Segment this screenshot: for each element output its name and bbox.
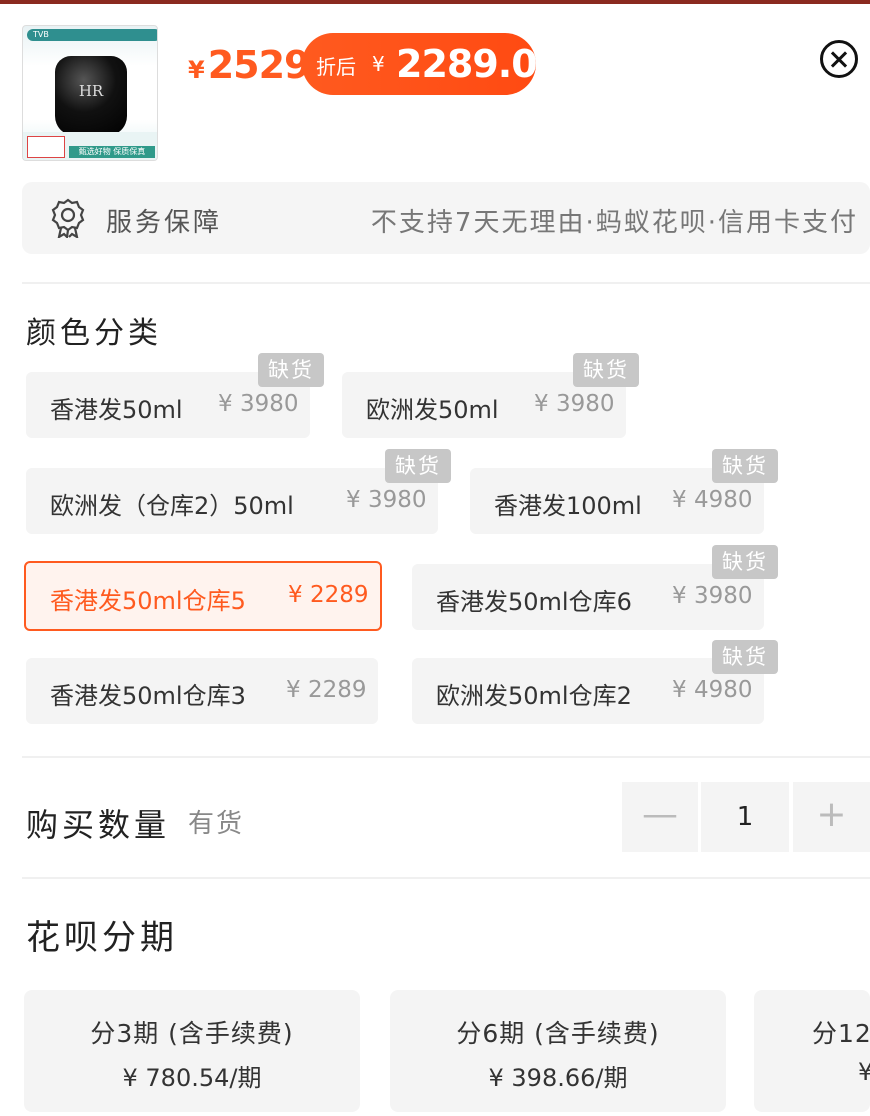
- service-detail: 不支持7天无理由·蚂蚁花呗·信用卡支付: [370, 208, 858, 238]
- service-guarantee-row[interactable]: 服务保障 不支持7天无理由·蚂蚁花呗·信用卡支付: [22, 182, 870, 254]
- award-badge-icon: [51, 198, 85, 238]
- quantity-title: 购买数量: [26, 806, 171, 844]
- option-name: 香港发50ml仓库3: [50, 682, 246, 710]
- plus-icon: +: [816, 794, 847, 835]
- option-price: ¥ 4980: [672, 487, 753, 513]
- minus-icon: —: [642, 794, 678, 835]
- service-title: 服务保障: [106, 208, 223, 238]
- product-thumbnail[interactable]: TVB HR 甄选好物 保质保真: [22, 25, 158, 161]
- option-chip[interactable]: 欧洲发（仓库2）50ml ¥ 3980: [26, 468, 438, 534]
- thumb-footer: 甄选好物 保质保真: [23, 132, 157, 160]
- color-section-title: 颜色分类: [26, 316, 162, 351]
- quantity-value[interactable]: 1: [701, 782, 789, 852]
- out-of-stock-badge: 缺货: [712, 545, 778, 579]
- option-name: 香港发100ml: [494, 492, 642, 520]
- close-icon[interactable]: [820, 40, 858, 78]
- out-of-stock-badge: 缺货: [258, 353, 324, 387]
- thumb-logo: HR: [78, 82, 104, 100]
- discount-price: 2289.00: [396, 42, 563, 86]
- original-price: ¥2529: [188, 43, 311, 87]
- out-of-stock-badge: 缺货: [573, 353, 639, 387]
- option-name: 欧洲发50ml: [366, 396, 499, 424]
- discount-currency: ¥: [372, 52, 385, 76]
- out-of-stock-badge: 缺货: [712, 640, 778, 674]
- installment-option[interactable]: 分6期 (含手续费) ¥ 398.66/期: [390, 990, 726, 1112]
- discount-label: 折后: [316, 55, 356, 79]
- thumb-banner: TVB: [27, 29, 157, 41]
- product-jar-image: HR: [55, 56, 127, 136]
- divider: [22, 756, 870, 758]
- installment-amount: ¥ 398.66/期: [488, 1064, 628, 1092]
- discount-price-pill: 折后 ¥ 2289.00: [302, 33, 563, 95]
- option-price: ¥ 4980: [672, 677, 753, 703]
- thumb-promo-box: [27, 136, 65, 158]
- top-edge-strip: [0, 0, 870, 4]
- option-name: 香港发50ml仓库5: [50, 587, 246, 615]
- installment-label: 分6期 (含手续费): [456, 1019, 660, 1048]
- installment-label: 分3期 (含手续费): [90, 1019, 294, 1048]
- option-name: 香港发50ml: [50, 396, 183, 424]
- out-of-stock-badge: 缺货: [712, 449, 778, 483]
- installment-option[interactable]: 分12期 ¥: [754, 990, 870, 1112]
- option-price: ¥ 3980: [218, 391, 299, 417]
- divider: [22, 877, 870, 879]
- divider: [22, 282, 870, 284]
- increment-button[interactable]: +: [793, 782, 870, 852]
- option-name: 香港发50ml仓库6: [436, 588, 632, 616]
- option-price: ¥ 3980: [346, 487, 427, 513]
- option-chip[interactable]: 香港发50ml仓库3 ¥ 2289: [26, 658, 378, 724]
- installment-option[interactable]: 分3期 (含手续费) ¥ 780.54/期: [24, 990, 360, 1112]
- out-of-stock-badge: 缺货: [385, 449, 451, 483]
- option-name: 欧洲发50ml仓库2: [436, 682, 632, 710]
- original-price-value: 2529: [207, 43, 311, 87]
- installment-label: 分12期: [812, 1019, 870, 1048]
- option-price: ¥ 3980: [672, 583, 753, 609]
- installment-amount: ¥: [858, 1058, 870, 1086]
- option-price: ¥ 2289: [288, 582, 369, 608]
- stock-status: 有货: [188, 809, 245, 839]
- installment-amount: ¥ 780.54/期: [122, 1064, 262, 1092]
- thumb-tag: 甄选好物 保质保真: [69, 146, 155, 158]
- currency-symbol: ¥: [188, 56, 205, 84]
- option-price: ¥ 2289: [286, 677, 367, 703]
- option-chip-selected[interactable]: 香港发50ml仓库5 ¥ 2289: [24, 561, 382, 631]
- option-name: 欧洲发（仓库2）50ml: [50, 492, 294, 520]
- installment-section-title: 花呗分期: [26, 918, 178, 958]
- option-price: ¥ 3980: [534, 391, 615, 417]
- decrement-button[interactable]: —: [622, 782, 698, 852]
